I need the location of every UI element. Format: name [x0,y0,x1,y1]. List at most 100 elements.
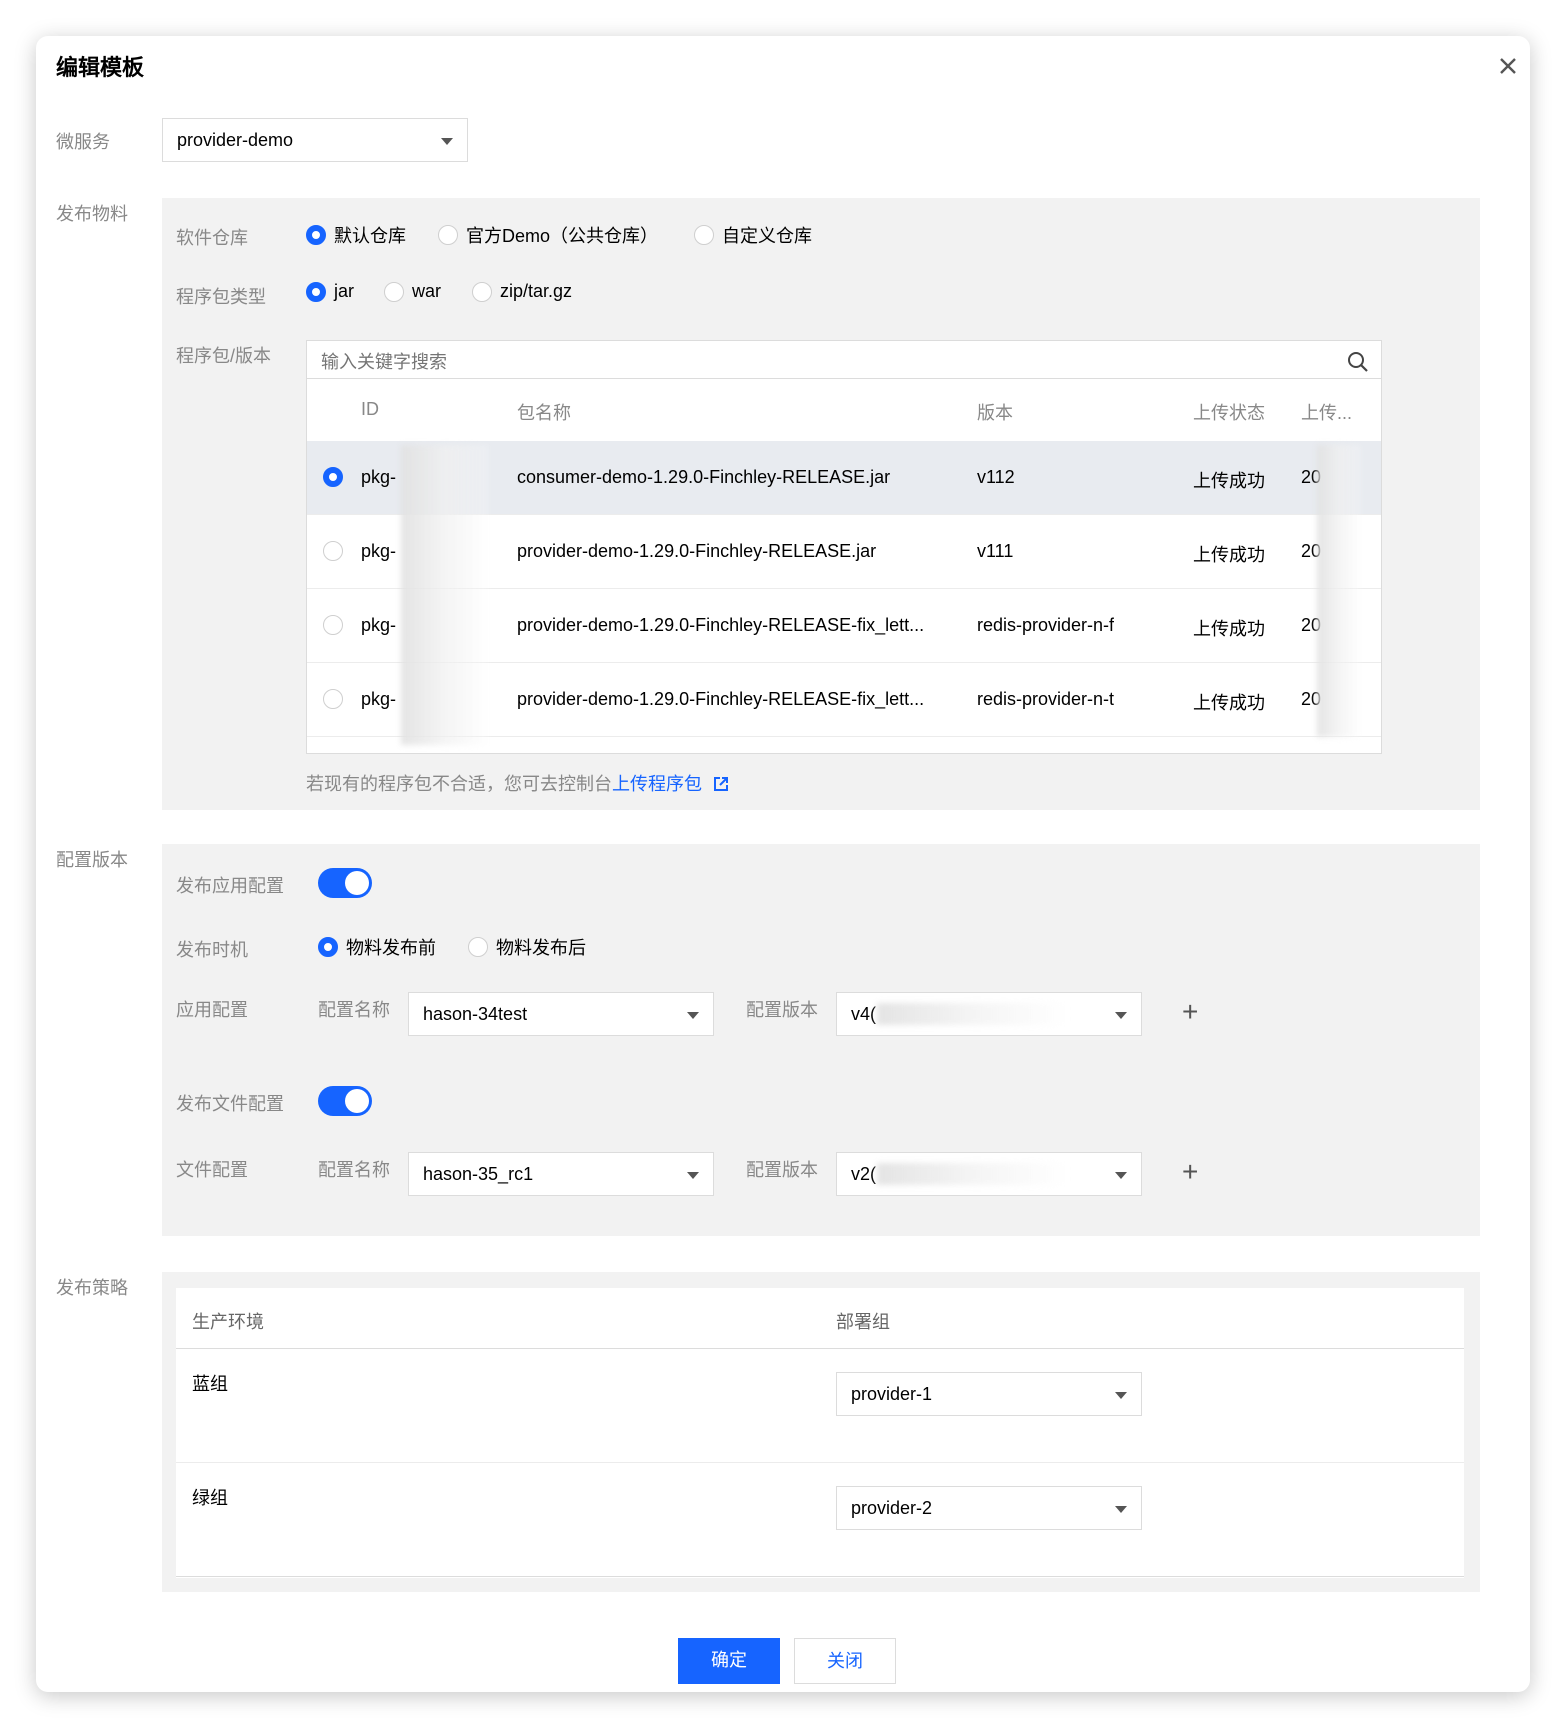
chevron-down-icon [441,138,453,145]
chevron-down-icon [1115,1172,1127,1179]
confirm-button[interactable]: 确定 [678,1638,780,1684]
app-config-name-select[interactable]: hason-34test [408,992,714,1036]
redaction-blur [1317,445,1361,737]
pkg-version-label: 程序包/版本 [176,346,272,366]
radio-label: 物料发布后 [496,938,586,958]
radio-label: zip/tar.gz [500,281,573,301]
radio-unchecked-icon[interactable] [323,689,343,709]
radio-label: 物料发布前 [346,938,436,958]
radio-checked-icon [318,937,338,957]
package-version: v111 [977,541,1014,561]
external-link-icon[interactable] [713,776,729,797]
file-config-version-label: 配置版本 [746,1160,818,1180]
app-config-version-label: 配置版本 [746,1000,818,1020]
config-section-label: 配置版本 [56,850,128,870]
strategy-row: 蓝组 provider-1 [176,1348,1464,1463]
publish-file-config-toggle[interactable] [318,1086,372,1116]
package-name: provider-demo-1.29.0-Finchley-RELEASE-fi… [517,615,925,635]
app-config-version-select[interactable]: v4( [836,992,1142,1036]
deploy-group-select[interactable]: provider-1 [836,1372,1142,1416]
file-config-name-select[interactable]: hason-35_rc1 [408,1152,714,1196]
redaction-blur [877,1163,1067,1185]
add-app-config-icon[interactable]: + [1182,998,1198,1026]
package-name: provider-demo-1.29.0-Finchley-RELEASE-fi… [517,689,925,709]
radio-repo-custom[interactable]: 自定义仓库 [694,222,812,248]
toggle-knob [345,871,369,895]
radio-type-jar[interactable]: jar [306,281,354,302]
strategy-section-label: 发布策略 [56,1278,128,1298]
col-header-id: ID [361,399,379,419]
radio-repo-official[interactable]: 官方Demo（公共仓库） [438,222,658,248]
radio-label: 默认仓库 [334,226,406,246]
radio-unchecked-icon [384,281,404,302]
file-config-name-label: 配置名称 [318,1160,390,1180]
col-header-name: 包名称 [517,403,571,423]
package-id: pkg- [361,467,397,487]
radio-unchecked-icon[interactable] [323,541,343,561]
add-file-config-icon[interactable]: + [1182,1158,1198,1186]
strategy-table-header: 生产环境 部署组 [176,1288,1464,1349]
col-header-status: 上传状态 [1193,403,1265,423]
package-status: 上传成功 [1193,693,1265,713]
package-version: redis-provider-n-f [977,615,1115,635]
radio-type-zip[interactable]: zip/tar.gz [472,281,572,302]
package-id: pkg- [361,615,397,635]
radio-repo-default[interactable]: 默认仓库 [306,222,406,248]
col-header-upload-time: 上传... [1301,403,1353,423]
app-config-version-value: v4( [851,1004,877,1024]
file-config-label: 文件配置 [176,1160,248,1180]
package-id: pkg- [361,541,397,561]
strategy-table: 生产环境 部署组 蓝组 provider-1 绿组 provider-2 [176,1288,1464,1578]
radio-unchecked-icon [472,281,492,302]
radio-checked-icon [306,225,326,245]
pkg-type-label: 程序包类型 [176,287,266,307]
app-config-name-value: hason-34test [423,1004,528,1024]
repo-label: 软件仓库 [176,228,248,248]
redaction-blur [877,1003,1067,1025]
radio-checked-icon [306,281,326,302]
radio-unchecked-icon [694,225,714,245]
radio-label: 官方Demo（公共仓库） [466,226,659,246]
package-name: provider-demo-1.29.0-Finchley-RELEASE.ja… [517,541,877,561]
package-status: 上传成功 [1193,545,1265,565]
package-status: 上传成功 [1193,619,1265,639]
package-version: v112 [977,467,1015,487]
radio-type-war[interactable]: war [384,281,441,302]
app-config-label: 应用配置 [176,1000,248,1020]
chevron-down-icon [1115,1506,1127,1513]
deploy-group-value: provider-2 [851,1498,933,1518]
file-config-name-value: hason-35_rc1 [423,1164,534,1184]
close-icon[interactable] [1490,48,1526,84]
strategy-row: 绿组 provider-2 [176,1462,1464,1577]
radio-label: jar [334,281,355,301]
file-config-version-select[interactable]: v2( [836,1152,1142,1196]
package-table-header: ID 包名称 版本 上传状态 上传... [307,379,1381,442]
upload-hint: 若现有的程序包不合适，您可去控制台上传程序包 [306,770,729,797]
package-version: redis-provider-n-t [977,689,1115,709]
radio-timing-after[interactable]: 物料发布后 [468,934,586,960]
col-header-version: 版本 [977,403,1013,423]
microservice-label: 微服务 [56,132,110,152]
app-config-name-label: 配置名称 [318,1000,390,1020]
microservice-select[interactable]: provider-demo [162,118,468,162]
package-id: pkg- [361,689,397,709]
radio-timing-before[interactable]: 物料发布前 [318,934,436,960]
pkg-search-input[interactable] [307,341,1327,383]
close-button[interactable]: 关闭 [794,1638,896,1684]
radio-unchecked-icon [438,225,458,245]
material-section-label: 发布物料 [56,204,128,224]
deploy-group-select[interactable]: provider-2 [836,1486,1142,1530]
file-config-version-value: v2( [851,1164,877,1184]
microservice-value: provider-demo [177,130,294,150]
radio-checked-icon[interactable] [323,467,343,487]
strategy-env: 蓝组 [192,1374,228,1394]
timing-label: 发布时机 [176,940,248,960]
deploy-group-value: provider-1 [851,1384,933,1404]
publish-app-config-label: 发布应用配置 [176,876,284,896]
upload-hint-text: 若现有的程序包不合适，您可去控制台 [306,774,612,794]
search-icon[interactable] [1347,351,1369,378]
upload-package-link[interactable]: 上传程序包 [612,774,702,794]
publish-app-config-toggle[interactable] [318,868,372,898]
radio-unchecked-icon[interactable] [323,615,343,635]
package-table: ID 包名称 版本 上传状态 上传... pkg- consumer-demo-… [306,378,1382,754]
